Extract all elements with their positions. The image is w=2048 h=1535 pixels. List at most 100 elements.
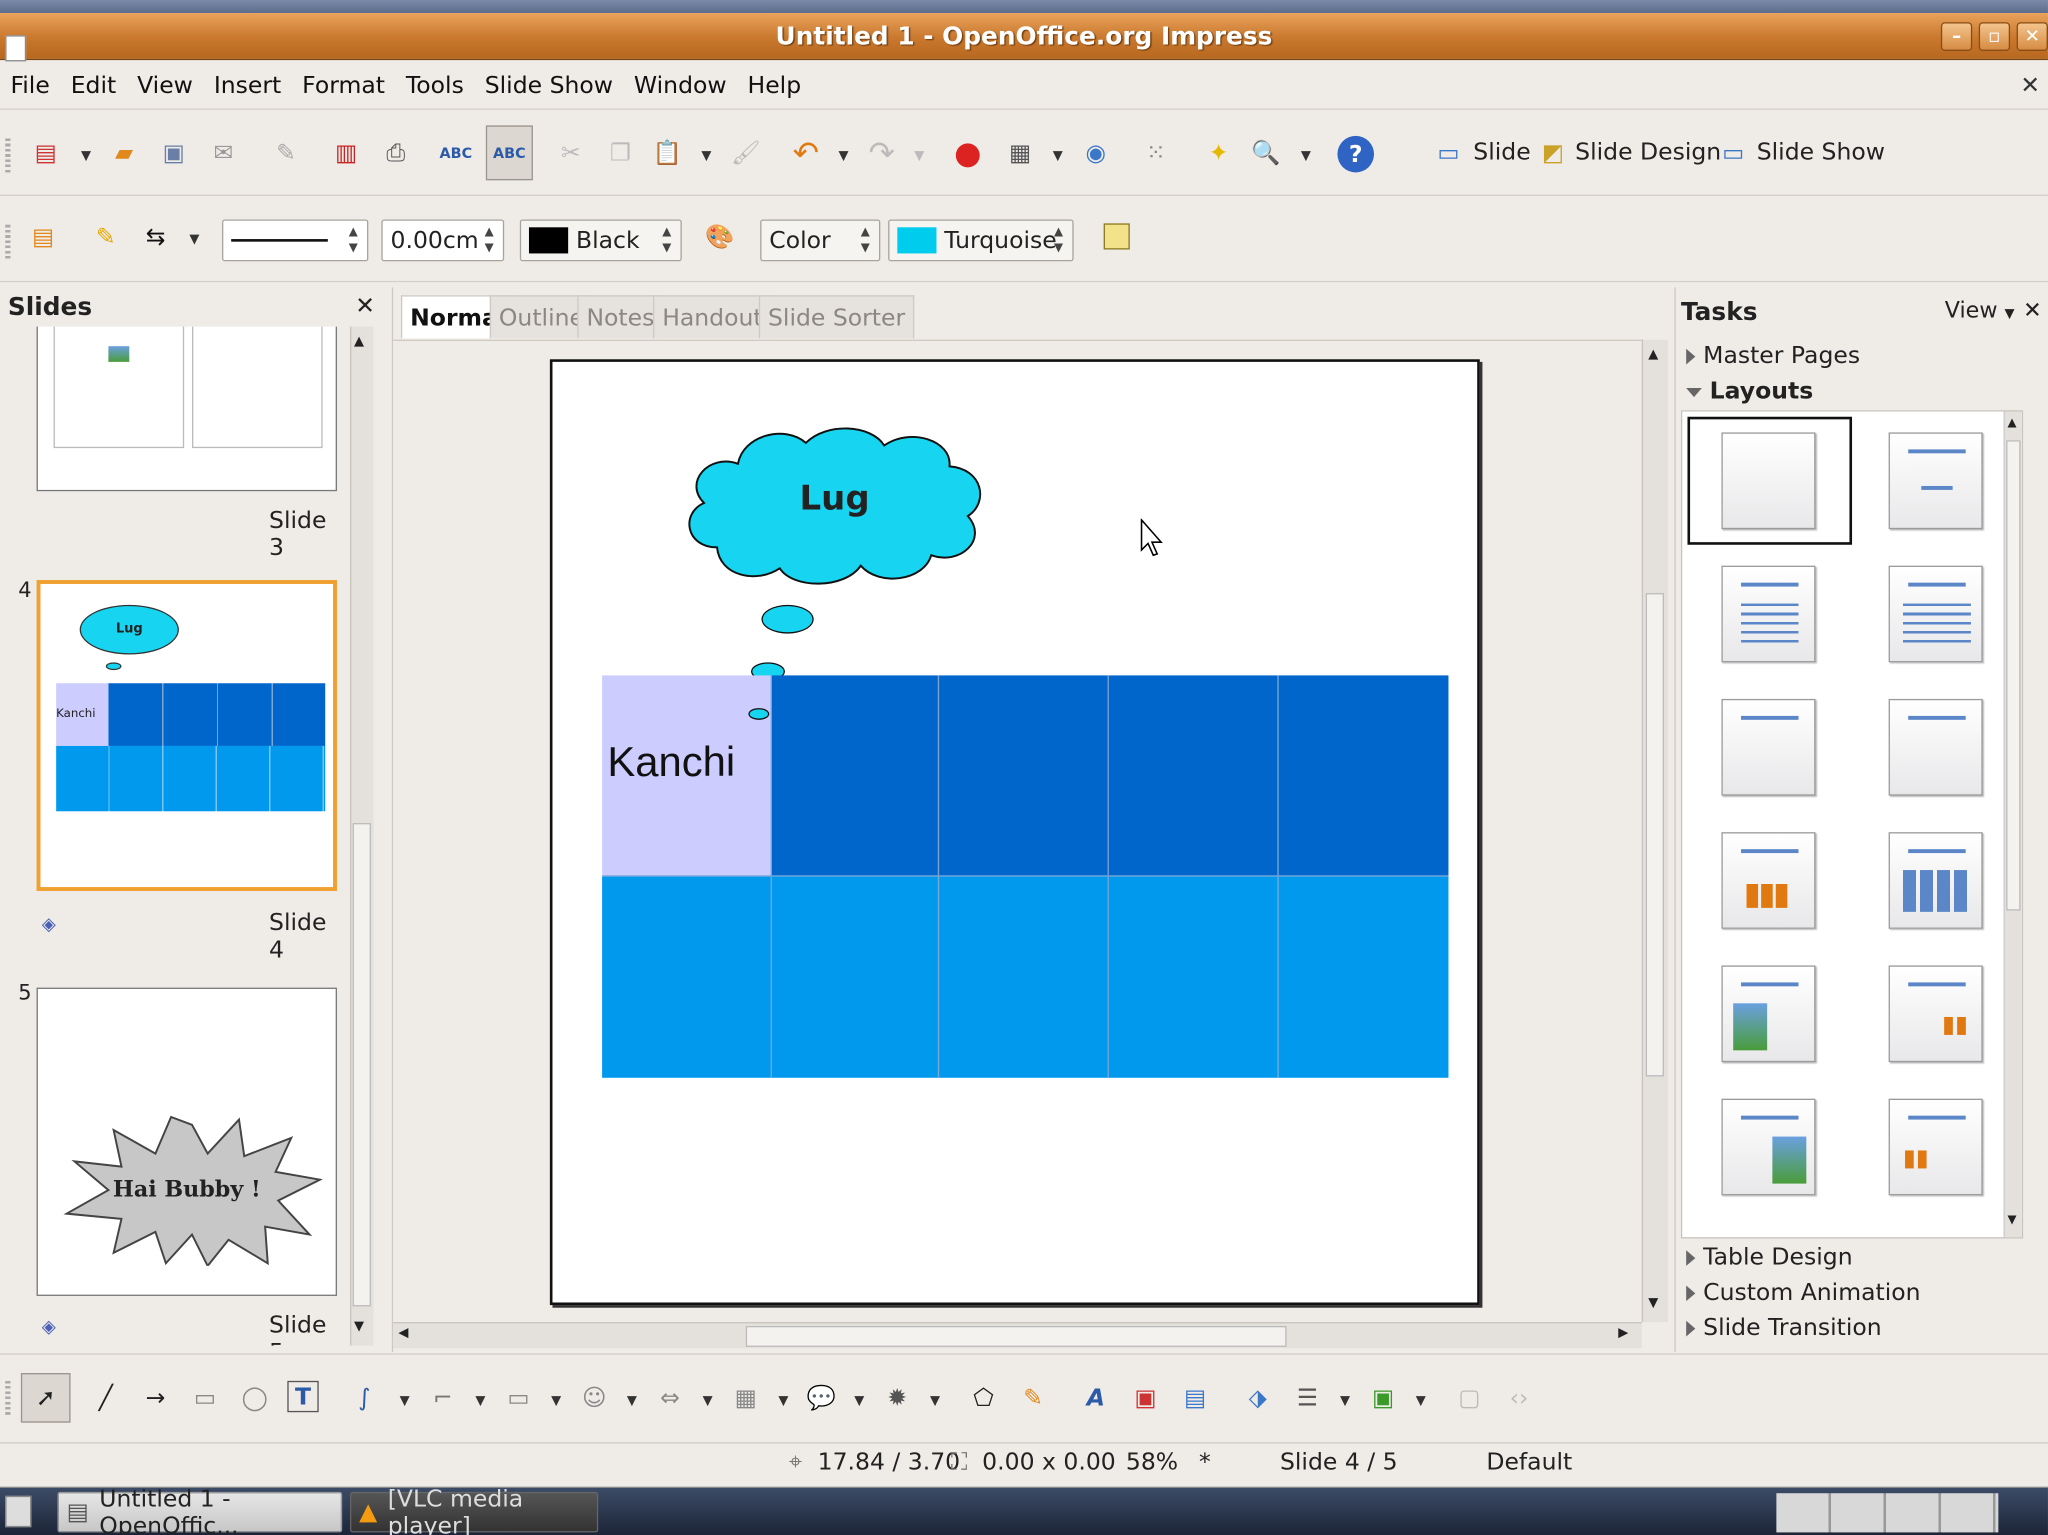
- flowchart-dropdown-icon[interactable]: ▼: [778, 1394, 788, 1408]
- new-slide-icon[interactable]: ▭: [1431, 136, 1465, 170]
- table-cell-kanchi[interactable]: Kanchi: [602, 675, 772, 877]
- tab-handout[interactable]: Handout: [653, 295, 772, 339]
- scroll-up-icon[interactable]: ▲: [354, 334, 364, 348]
- undo-icon[interactable]: ↶: [789, 135, 823, 172]
- layout-title-content-chart[interactable]: ▮▮: [1888, 965, 1983, 1063]
- gallery-icon[interactable]: ▤: [1178, 1381, 1212, 1415]
- arrow-style-dropdown-icon[interactable]: ▼: [189, 233, 199, 247]
- taskbar-item-vlc[interactable]: ▲ [VLC media player]: [350, 1485, 599, 1535]
- tab-slide-sorter[interactable]: Slide Sorter: [758, 295, 915, 339]
- layout-title-only[interactable]: [1888, 432, 1983, 530]
- menu-help[interactable]: Help: [737, 67, 812, 105]
- show-desktop-icon[interactable]: [5, 1495, 32, 1528]
- slides-scrollbar[interactable]: ▲ ▼: [350, 326, 374, 1346]
- section-layouts[interactable]: Layouts: [1686, 378, 1813, 405]
- zoom-dropdown-icon[interactable]: ▼: [1301, 149, 1311, 163]
- scroll-up-icon[interactable]: ▲: [1648, 348, 1658, 362]
- edit-file-icon[interactable]: ✎: [269, 136, 303, 170]
- tasks-view-menu[interactable]: View ▼: [1945, 298, 2015, 324]
- navigator-icon[interactable]: ◉: [1079, 136, 1113, 170]
- callouts-dropdown-icon[interactable]: ▼: [854, 1394, 864, 1408]
- connector-icon[interactable]: ⌐: [426, 1381, 460, 1415]
- open-icon[interactable]: ▰: [107, 136, 141, 170]
- area-style-select[interactable]: Color ▲ ▼: [760, 219, 881, 262]
- workspace-switcher[interactable]: [1776, 1493, 1999, 1533]
- line-tool-icon[interactable]: ╱: [89, 1381, 123, 1415]
- flowchart-icon[interactable]: ▦: [729, 1381, 763, 1415]
- paste-icon[interactable]: 📋: [650, 136, 684, 170]
- slide-design-button[interactable]: Slide Design: [1575, 138, 1721, 165]
- scroll-down-icon[interactable]: ▼: [2007, 1214, 2016, 1227]
- undo-dropdown-icon[interactable]: ▼: [839, 149, 849, 163]
- slide[interactable]: Lug Kanchi: [549, 359, 1480, 1306]
- section-custom-animation[interactable]: Custom Animation: [1686, 1279, 1921, 1306]
- block-arrows-dropdown-icon[interactable]: ▼: [703, 1394, 713, 1408]
- print-icon[interactable]: ⎙: [379, 136, 413, 170]
- scroll-up-icon[interactable]: ▲: [2007, 417, 2016, 430]
- scrollbar-thumb[interactable]: [352, 823, 371, 1307]
- slide-canvas[interactable]: Lug Kanchi: [393, 339, 1645, 1323]
- table-cell[interactable]: [771, 675, 940, 877]
- scroll-right-icon[interactable]: ▶: [1618, 1326, 1628, 1340]
- connector-dropdown-icon[interactable]: ▼: [475, 1394, 485, 1408]
- slide-thumbnail-5[interactable]: Hai Bubby !: [36, 987, 337, 1296]
- table-icon[interactable]: ▦: [1003, 136, 1037, 170]
- toolbar-grip[interactable]: [5, 138, 11, 173]
- auto-spellcheck-icon[interactable]: ABC: [485, 125, 533, 181]
- slide-thumbnail-3[interactable]: [36, 326, 337, 492]
- email-icon[interactable]: ✉: [206, 136, 240, 170]
- curve-icon[interactable]: ∫: [347, 1381, 381, 1415]
- shadow-icon[interactable]: [1100, 219, 1134, 253]
- section-slide-transition[interactable]: Slide Transition: [1686, 1314, 1882, 1342]
- slide-show-icon[interactable]: ▭: [1716, 136, 1750, 170]
- area-icon[interactable]: 🎨: [703, 219, 737, 253]
- section-master-pages[interactable]: Master Pages: [1686, 342, 1860, 370]
- export-pdf-icon[interactable]: ▥: [329, 136, 363, 170]
- table-cell[interactable]: [1278, 675, 1449, 877]
- arrange-dropdown-icon[interactable]: ▼: [1416, 1394, 1426, 1408]
- layout-title-content-only[interactable]: [1721, 698, 1816, 796]
- arrange-icon[interactable]: ▣: [1366, 1381, 1400, 1415]
- area-color-select[interactable]: Turquoise ▲ ▼: [888, 219, 1074, 262]
- arrow-style-icon[interactable]: ⇆: [138, 219, 172, 253]
- clone-format-icon[interactable]: 🖌: [729, 136, 763, 170]
- grid-icon[interactable]: ⁙: [1139, 136, 1173, 170]
- spin-arrows-icon[interactable]: ▲ ▼: [861, 225, 877, 256]
- layouts-scrollbar[interactable]: ▲ ▼: [2003, 411, 2022, 1238]
- block-arrows-icon[interactable]: ⇔: [653, 1381, 687, 1415]
- symbol-shapes-dropdown-icon[interactable]: ▼: [627, 1394, 637, 1408]
- layout-title-table[interactable]: [1888, 832, 1983, 929]
- maximize-button[interactable]: ▫: [1978, 22, 2011, 51]
- layout-title-content[interactable]: [1721, 565, 1816, 663]
- spin-arrows-icon[interactable]: ▲ ▼: [349, 225, 365, 256]
- table-cell[interactable]: [939, 876, 1109, 1078]
- menu-insert[interactable]: Insert: [203, 67, 291, 105]
- stars-dropdown-icon[interactable]: ▼: [930, 1394, 940, 1408]
- spellcheck-icon[interactable]: ABC: [439, 136, 473, 170]
- scrollbar-thumb[interactable]: [1645, 593, 1664, 1077]
- basic-shapes-dropdown-icon[interactable]: ▼: [551, 1394, 561, 1408]
- align-dropdown-icon[interactable]: ▼: [1340, 1394, 1350, 1408]
- help-icon[interactable]: ?: [1337, 135, 1375, 173]
- redo-dropdown-icon[interactable]: ▼: [914, 149, 924, 163]
- glue-points-icon[interactable]: ✎: [1016, 1381, 1050, 1415]
- zoom-level[interactable]: 58%: [1126, 1449, 1178, 1476]
- toolbar-grip[interactable]: [5, 1380, 11, 1415]
- layout-title-2-content[interactable]: [1888, 565, 1983, 663]
- table-dropdown-icon[interactable]: ▼: [1053, 149, 1063, 163]
- callouts-icon[interactable]: 💬: [805, 1381, 839, 1415]
- table-cell[interactable]: [1108, 675, 1279, 877]
- close-document-icon[interactable]: ✕: [2020, 72, 2040, 99]
- ungroup-icon[interactable]: ‹›: [1502, 1381, 1536, 1415]
- cut-icon[interactable]: ✂: [554, 136, 588, 170]
- scrollbar-thumb[interactable]: [745, 1325, 1287, 1347]
- table-cell[interactable]: [939, 675, 1109, 877]
- symbol-shapes-icon[interactable]: ☺: [577, 1381, 611, 1415]
- menu-file[interactable]: File: [0, 67, 60, 105]
- menu-view[interactable]: View: [127, 67, 204, 105]
- basic-shapes-icon[interactable]: ▭: [502, 1381, 536, 1415]
- text-icon[interactable]: T: [287, 1380, 319, 1413]
- ellipse-icon[interactable]: ◯: [238, 1381, 272, 1415]
- vertical-scrollbar[interactable]: ▲ ▼: [1641, 339, 1668, 1323]
- line-icon[interactable]: ✎: [89, 219, 123, 253]
